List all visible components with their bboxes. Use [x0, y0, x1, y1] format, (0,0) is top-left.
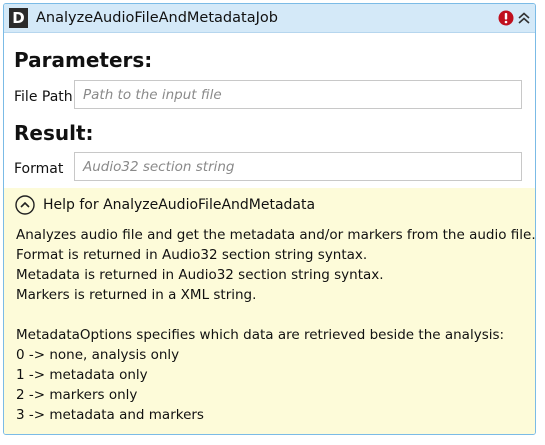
chevron-up-circle-icon[interactable] [15, 195, 35, 215]
help-line: 0 -> none, analysis only [16, 347, 180, 363]
help-text: Analyzes audio file and get the metadata… [16, 225, 536, 425]
format-label: Format [14, 161, 64, 177]
error-icon[interactable] [498, 10, 514, 26]
file-path-input[interactable]: Path to the input file [74, 80, 522, 109]
job-title: AnalyzeAudioFileAndMetadataJob [36, 10, 278, 26]
help-line: 1 -> metadata only [16, 367, 148, 383]
file-path-placeholder: Path to the input file [83, 87, 222, 103]
help-title: Help for AnalyzeAudioFileAndMetadata [43, 197, 316, 213]
help-line: MetadataOptions specifies which data are… [16, 327, 505, 343]
help-line: 2 -> markers only [16, 387, 138, 403]
help-line: Metadata is returned in Audio32 section … [16, 267, 384, 283]
result-heading: Result: [14, 121, 94, 145]
format-placeholder: Audio32 section string [83, 159, 235, 175]
help-line: Analyzes audio file and get the metadata… [16, 227, 536, 243]
app-logo: D [9, 8, 28, 28]
help-line: Markers is returned in a XML string. [16, 287, 257, 303]
format-input[interactable]: Audio32 section string [74, 152, 522, 181]
help-line: Format is returned in Audio32 section st… [16, 247, 368, 263]
help-section: Help for AnalyzeAudioFileAndMetadata Ana… [4, 188, 535, 434]
help-line [16, 305, 531, 325]
file-path-label: File Path [14, 89, 73, 105]
job-panel: D AnalyzeAudioFileAndMetadataJob Paramet… [3, 3, 536, 435]
parameters-heading: Parameters: [14, 48, 153, 72]
chevron-double-up-icon[interactable] [517, 11, 531, 25]
help-line: 3 -> metadata and markers [16, 407, 204, 423]
title-bar[interactable]: D AnalyzeAudioFileAndMetadataJob [4, 4, 535, 33]
